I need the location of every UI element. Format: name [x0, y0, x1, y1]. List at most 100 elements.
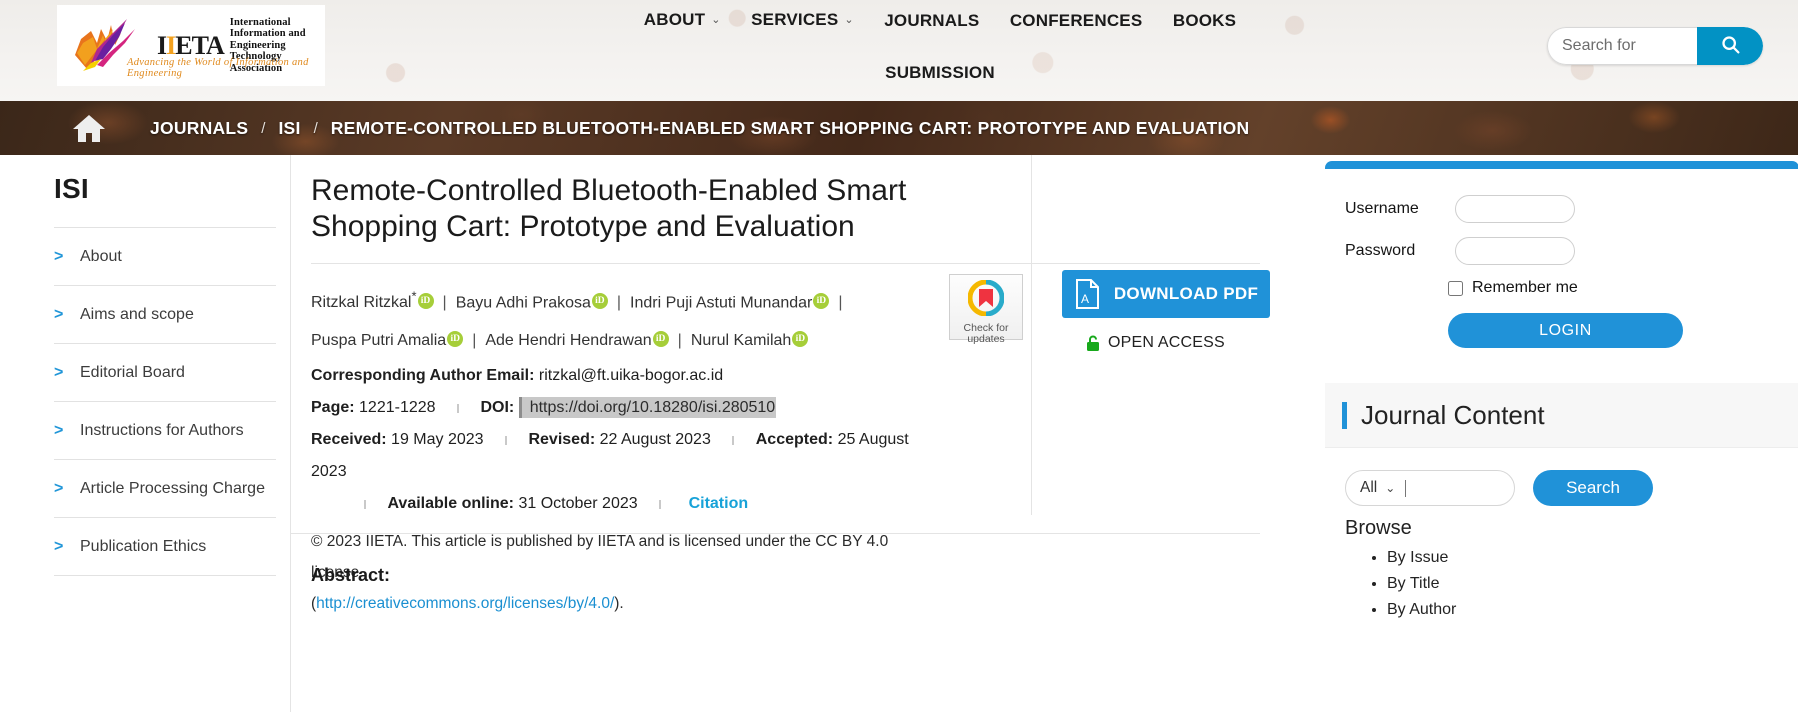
- password-field[interactable]: [1455, 237, 1575, 265]
- author-separator: |: [616, 294, 622, 312]
- author-ade-hendri-hendrawan[interactable]: Ade Hendri Hendrawan: [485, 332, 651, 349]
- sidebar-item-article-processing-charge[interactable]: > Article Processing Charge: [54, 460, 276, 518]
- doi-link[interactable]: https://doi.org/10.18280/isi.280510: [518, 397, 777, 419]
- sidebar-item-aims-and-scope[interactable]: > Aims and scope: [54, 286, 276, 344]
- crossmark-check-for-updates-button[interactable]: Check for updates: [949, 274, 1023, 345]
- header-search: [1547, 27, 1763, 65]
- crossmark-line-2: updates: [967, 333, 1005, 345]
- sidebar-item-publication-ethics[interactable]: > Publication Ethics: [54, 518, 276, 576]
- password-row: Password: [1325, 237, 1798, 265]
- chevron-right-icon: >: [54, 421, 64, 439]
- search-scope-value: All: [1360, 479, 1378, 496]
- nav-item-services-label: SERVICES: [751, 10, 839, 29]
- username-label: Username: [1345, 200, 1419, 217]
- orcid-icon[interactable]: iD: [792, 331, 809, 347]
- doi-label: DOI:: [480, 399, 515, 417]
- remember-me-label: Remember me: [1472, 279, 1578, 296]
- sidebar-item-label: Editorial Board: [80, 363, 185, 381]
- orcid-icon[interactable]: iD: [813, 293, 830, 309]
- journal-sidebar: ISI > About > Aims and scope > Editorial…: [54, 155, 276, 576]
- license-link[interactable]: http://creativecommons.org/licenses/by/4…: [316, 595, 614, 612]
- search-button[interactable]: [1697, 27, 1763, 65]
- breadcrumb-separator: /: [313, 119, 318, 137]
- journal-content-search: All ⌄ Search: [1325, 470, 1653, 506]
- journal-content-header: Journal Content: [1325, 383, 1798, 448]
- remember-me-checkbox[interactable]: [1448, 280, 1463, 296]
- meta-divider: [732, 435, 735, 445]
- breadcrumb-isi[interactable]: ISI: [278, 118, 300, 139]
- list-item[interactable]: By Author: [1387, 597, 1456, 623]
- accepted-label: Accepted:: [755, 431, 834, 449]
- chevron-right-icon: >: [54, 247, 64, 265]
- green-lock-icon: [1086, 335, 1100, 352]
- sidebar-item-instructions-for-authors[interactable]: > Instructions for Authors: [54, 402, 276, 460]
- text-cursor: [1405, 479, 1407, 497]
- list-item[interactable]: By Title: [1387, 571, 1456, 597]
- nav-item-submission[interactable]: SUBMISSION: [885, 61, 995, 85]
- download-pdf-button[interactable]: A DOWNLOAD PDF: [1062, 270, 1270, 318]
- available-online-label: Available online:: [387, 495, 514, 513]
- orcid-icon[interactable]: iD: [417, 293, 434, 309]
- section-accent-bar: [1342, 401, 1347, 429]
- home-icon[interactable]: [72, 113, 106, 143]
- journal-content-search-input[interactable]: All ⌄: [1345, 470, 1515, 506]
- meta-divider: [659, 499, 662, 509]
- username-field[interactable]: [1455, 195, 1575, 223]
- iieta-logo[interactable]: IIETA International Information and Engi…: [57, 5, 325, 86]
- sidebar-title: ISI: [54, 173, 89, 204]
- corresponding-email-value: ritzkal@ft.uika-bogor.ac.id: [538, 367, 724, 385]
- article-metadata-left: Ritzkal Ritzkal* iD | Bayu Adhi Prakosa iD | I…: [311, 278, 931, 619]
- breadcrumb-journals[interactable]: JOURNALS: [150, 118, 248, 139]
- chevron-right-icon: >: [54, 363, 64, 381]
- chevron-right-icon: >: [54, 479, 64, 497]
- username-row: Username: [1325, 195, 1798, 223]
- author-bayu-adhi-prakosa[interactable]: Bayu Adhi Prakosa: [456, 294, 591, 311]
- author-separator: |: [472, 332, 477, 350]
- nav-item-about-label: ABOUT: [643, 10, 706, 29]
- nav-item-conferences[interactable]: CONFERENCES: [1010, 9, 1143, 33]
- sidebar-item-label: Aims and scope: [80, 305, 194, 323]
- sidebar-item-editorial-board[interactable]: > Editorial Board: [54, 344, 276, 402]
- journal-content-search-button[interactable]: Search: [1533, 470, 1653, 506]
- sidebar-item-about[interactable]: > About: [54, 228, 276, 286]
- chevron-down-icon: ⌄: [1385, 481, 1396, 495]
- right-sidebar: Username Password Remember me LOGIN Jour…: [1317, 155, 1798, 712]
- license-statement: © 2023 IIETA. This article is published …: [311, 533, 889, 582]
- remember-me-row[interactable]: Remember me: [1325, 279, 1798, 297]
- list-item[interactable]: By Issue: [1387, 545, 1456, 571]
- chevron-right-icon: >: [54, 537, 64, 555]
- login-panel: Username Password Remember me LOGIN: [1325, 161, 1798, 366]
- orcid-icon[interactable]: iD: [652, 331, 669, 347]
- nav-item-books[interactable]: BOOKS: [1173, 9, 1236, 33]
- nav-item-about[interactable]: ABOUT ⌄: [644, 8, 721, 34]
- author-indri-puji-astuti-munandar[interactable]: Indri Puji Astuti Munandar: [630, 294, 812, 311]
- license-text: © 2023 IIETA. This article is published …: [311, 526, 931, 619]
- crossmark-icon: [967, 279, 1005, 321]
- author-name: Ritzkal Ritzkal: [311, 294, 412, 312]
- citation-link[interactable]: Citation: [689, 495, 749, 512]
- login-button[interactable]: LOGIN: [1448, 313, 1683, 348]
- password-label: Password: [1345, 242, 1416, 259]
- author-name: Ade Hendri Hendrawan: [485, 332, 652, 350]
- crossmark-label: Check for updates: [964, 323, 1009, 345]
- nav-item-services[interactable]: SERVICES ⌄: [751, 8, 854, 34]
- download-column: A DOWNLOAD PDF OPEN ACCESS: [1031, 155, 1271, 515]
- chevron-right-icon: >: [54, 305, 64, 323]
- orcid-icon[interactable]: iD: [591, 293, 608, 309]
- orcid-icon[interactable]: iD: [447, 331, 464, 347]
- dates-row: Received: 19 May 2023 Revised: 22 August…: [311, 424, 931, 488]
- revised-value: 22 August 2023: [599, 431, 711, 449]
- nav-item-journals[interactable]: JOURNALS: [884, 9, 979, 33]
- search-input[interactable]: [1547, 27, 1697, 65]
- author-ritzkal-ritzkal[interactable]: Ritzkal Ritzkal*: [311, 289, 417, 312]
- revised-label: Revised:: [528, 431, 596, 449]
- license-close-paren: ).: [614, 595, 624, 613]
- search-icon: [1720, 34, 1741, 58]
- received-label: Received:: [311, 431, 387, 449]
- author-nurul-kamilah[interactable]: Nurul Kamilah: [691, 332, 791, 349]
- logo-tagline: Advancing the World of Information and E…: [127, 57, 309, 79]
- chevron-down-icon: ⌄: [844, 14, 854, 26]
- author-puspa-putri-amalia[interactable]: Puspa Putri Amalia: [311, 332, 446, 349]
- author-name: Nurul Kamilah: [690, 332, 792, 350]
- corresponding-email-row: Corresponding Author Email: ritzkal@ft.u…: [311, 360, 931, 392]
